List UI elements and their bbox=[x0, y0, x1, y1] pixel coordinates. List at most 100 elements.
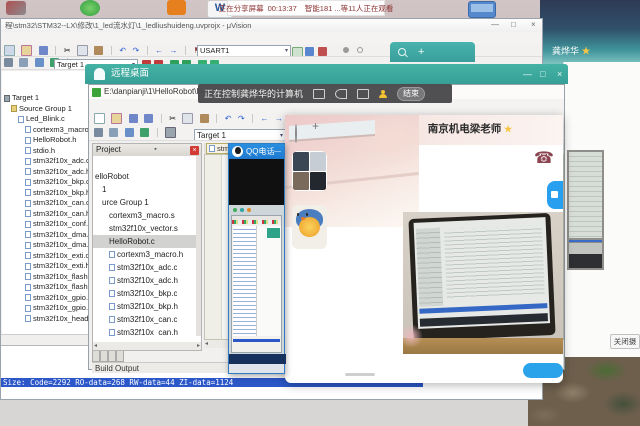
participant-icon[interactable] bbox=[379, 90, 387, 98]
close-panel-icon[interactable]: × bbox=[190, 146, 199, 155]
camera-video-feed[interactable] bbox=[403, 212, 563, 354]
tree-item[interactable]: stm32f10x_adc.c bbox=[2, 156, 95, 167]
tree-item[interactable]: cortexm3_macro.h bbox=[93, 248, 197, 261]
panel-tab[interactable] bbox=[92, 351, 100, 362]
scroll-left-icon[interactable]: ◂ bbox=[205, 340, 208, 348]
paste-icon[interactable] bbox=[200, 114, 209, 123]
tree-item[interactable]: stm32f10x_exti.h bbox=[2, 261, 95, 272]
app-icon[interactable] bbox=[167, 0, 186, 15]
undo-icon[interactable]: ↶ bbox=[225, 114, 232, 124]
close-button[interactable]: × bbox=[531, 20, 536, 30]
tree-item[interactable]: stm32f10x_bkp.h bbox=[93, 300, 197, 313]
build-icon[interactable] bbox=[109, 128, 118, 137]
plus-icon[interactable]: + bbox=[312, 119, 319, 133]
tree-item[interactable]: Led_Blink.c bbox=[2, 114, 95, 125]
close-button[interactable]: × bbox=[557, 64, 562, 84]
browser-icon[interactable] bbox=[80, 0, 100, 16]
tree-item[interactable]: stm32f10x_gpio.c bbox=[2, 293, 95, 304]
tree-item[interactable]: stm32f10x_heads.h bbox=[2, 314, 95, 325]
navigate-back-icon[interactable]: ← bbox=[261, 114, 269, 124]
navigate-forward-icon[interactable]: → bbox=[275, 114, 283, 124]
target-options-icon[interactable] bbox=[165, 127, 176, 138]
window-titlebar[interactable]: 程\stm32\STM32--LX\修改\1_led流水灯\1_ledliush… bbox=[1, 19, 542, 32]
minimize-button[interactable]: — bbox=[491, 20, 499, 30]
desktop-icon[interactable] bbox=[6, 1, 26, 15]
tree-item[interactable]: stm32f10x_adc.h bbox=[93, 274, 197, 287]
tree-item[interactable]: stm32f10x_conf.h bbox=[2, 219, 95, 230]
tree-item[interactable]: HelloRobot.c bbox=[93, 235, 197, 248]
search-tool-icon[interactable] bbox=[318, 47, 327, 56]
open-icon[interactable] bbox=[21, 45, 32, 56]
screen-share-statusbar[interactable]: 正在分享屏幕 00:13:37 智能181 ...等11人正在观看 bbox=[227, 0, 385, 16]
tree-item[interactable]: 1 bbox=[93, 183, 197, 196]
send-button[interactable] bbox=[523, 363, 563, 378]
tree-item[interactable]: stm32f10x_can.h bbox=[93, 326, 197, 336]
remote-desktop-titlebar[interactable]: 远程桌面 — □ × bbox=[85, 64, 568, 84]
close-camera-button[interactable]: 关闭摄 bbox=[610, 334, 640, 349]
end-control-button[interactable]: 结束 bbox=[397, 87, 425, 101]
tree-item[interactable]: stm32f10x_can.c bbox=[93, 313, 197, 326]
group-avatar[interactable] bbox=[292, 151, 327, 191]
video-call-button[interactable] bbox=[547, 181, 563, 209]
tree-item[interactable]: cortexm3_macro.h bbox=[2, 125, 95, 136]
tree-item[interactable]: stm32f10x_bkp.c bbox=[2, 177, 95, 188]
redo-icon[interactable]: ↷ bbox=[132, 46, 139, 56]
vertical-scrollbar[interactable] bbox=[196, 156, 201, 336]
rebuild-icon[interactable] bbox=[125, 128, 134, 137]
save-icon[interactable] bbox=[39, 46, 48, 55]
tree-item[interactable]: stm32f10x_bkp.h bbox=[2, 188, 95, 199]
save-all-icon[interactable] bbox=[144, 114, 153, 123]
tree-item[interactable]: stm32f10x_can.h bbox=[2, 209, 95, 220]
plus-icon[interactable]: + bbox=[418, 43, 424, 61]
qq-call-titlebar[interactable]: QQ电话 — bbox=[229, 144, 284, 159]
uart-combo[interactable]: USART1▾ bbox=[197, 45, 291, 57]
navigate-back-icon[interactable]: ← bbox=[155, 46, 163, 56]
search-icon[interactable] bbox=[398, 48, 406, 56]
checkbox-icon[interactable] bbox=[292, 47, 303, 57]
save-icon[interactable] bbox=[129, 114, 138, 123]
minimize-button[interactable]: — bbox=[274, 144, 281, 159]
pin-icon[interactable]: ▪ bbox=[154, 144, 156, 156]
scroll-right-icon[interactable]: ▸ bbox=[197, 342, 200, 350]
fullscreen-icon[interactable] bbox=[313, 89, 325, 99]
screen-share-preview[interactable] bbox=[229, 205, 284, 364]
redo-icon[interactable]: ↷ bbox=[238, 114, 245, 124]
download-icon[interactable] bbox=[140, 128, 149, 137]
camera-video-thumbnail[interactable] bbox=[567, 150, 604, 270]
tree-item[interactable]: stm32f10x_dma.h bbox=[2, 240, 95, 251]
tree-item[interactable]: stm32f10x_gpio.h bbox=[2, 303, 95, 314]
new-file-icon[interactable] bbox=[4, 45, 15, 56]
tree-item[interactable]: Target 1 bbox=[2, 93, 95, 104]
phone-call-icon[interactable]: ☎ bbox=[531, 146, 557, 172]
translate-icon[interactable] bbox=[94, 128, 103, 137]
copy-icon[interactable] bbox=[77, 45, 88, 56]
tree-item[interactable]: elloRobot bbox=[93, 170, 197, 183]
scrollbar-hint[interactable] bbox=[345, 373, 375, 376]
maximize-button[interactable]: □ bbox=[540, 64, 545, 84]
navigate-forward-icon[interactable]: → bbox=[170, 46, 178, 56]
tree-item[interactable]: stm32f10x_bkp.c bbox=[93, 287, 197, 300]
tree-item[interactable]: stm32f10x_dma.c bbox=[2, 230, 95, 241]
tree-item[interactable]: cortexm3_macro.s bbox=[93, 209, 197, 222]
tree-item[interactable]: HelloRobot.h bbox=[2, 135, 95, 146]
horizontal-scrollbar[interactable]: ◂ ▸ bbox=[93, 342, 201, 350]
display-icon[interactable] bbox=[468, 1, 496, 18]
tree-item[interactable]: stm32f10x_exti.c bbox=[2, 251, 95, 262]
tree-item[interactable]: stm32f10x_vector.s bbox=[93, 222, 197, 235]
duck-avatar[interactable] bbox=[292, 205, 327, 249]
target-combo[interactable]: Target 1▾ bbox=[194, 129, 286, 141]
tree-item[interactable]: Source Group 1 bbox=[2, 104, 95, 115]
scroll-left-icon[interactable]: ◂ bbox=[94, 342, 97, 350]
tree-item[interactable]: stm32f10x_flash.h bbox=[2, 282, 95, 293]
tree-item[interactable]: stm32f10x_can.c bbox=[2, 198, 95, 209]
copy-icon[interactable] bbox=[182, 113, 193, 124]
new-window-icon[interactable] bbox=[357, 89, 369, 99]
tree-item[interactable]: stm32f10x_adc.c bbox=[93, 261, 197, 274]
search-icon[interactable] bbox=[295, 124, 297, 143]
minimize-button[interactable]: — bbox=[523, 64, 532, 84]
maximize-button[interactable]: □ bbox=[511, 20, 516, 30]
tree-item[interactable]: stm32f10x_adc.h bbox=[2, 167, 95, 178]
tree-item[interactable]: urce Group 1 bbox=[93, 196, 197, 209]
undo-icon[interactable]: ↶ bbox=[119, 46, 126, 56]
speaker-icon[interactable] bbox=[335, 89, 347, 99]
